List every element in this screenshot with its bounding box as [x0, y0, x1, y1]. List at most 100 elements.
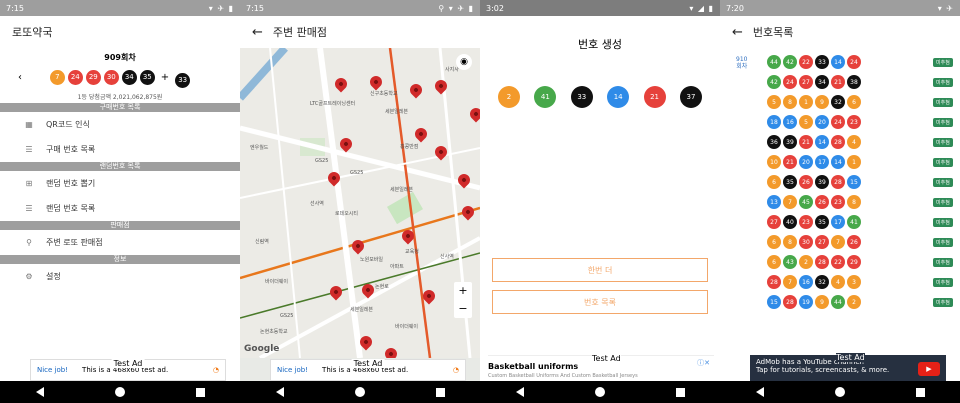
status-badge: 미추첨 — [933, 217, 953, 227]
app-title-bar: ← 주변 판매점 — [240, 16, 480, 48]
lotto-ball: 44 — [767, 55, 781, 69]
recents-nav-icon[interactable] — [195, 387, 205, 397]
lotto-ball: 21 — [831, 75, 845, 89]
status-badge: 미추첨 — [933, 197, 953, 207]
home-nav-icon[interactable] — [594, 387, 605, 397]
lotto-ball: 42 — [783, 55, 797, 69]
lotto-ball: 17 — [815, 155, 829, 169]
menu-label: 설정 — [46, 271, 61, 281]
add-box-icon: ⊞ — [25, 178, 33, 188]
menu-label: QR코드 인식 — [46, 119, 90, 129]
zoom-in-button[interactable]: + — [454, 282, 472, 300]
home-nav-icon[interactable] — [354, 387, 365, 397]
list-item[interactable]: 6 35 26 39 28 15 미추첨 — [767, 172, 960, 192]
lotto-ball: 23 — [799, 215, 813, 229]
app-title-bar: ← 번호목록 — [720, 16, 960, 48]
status-badge: 미추첨 — [933, 137, 953, 147]
lotto-ball: 21 — [799, 135, 813, 149]
zoom-out-button[interactable]: − — [454, 300, 472, 318]
list-item[interactable]: 10 21 20 17 14 1 미추첨 — [767, 152, 960, 172]
lotto-ball: 30 — [799, 235, 813, 249]
map-view[interactable]: 사지사 신구초등학교 LTC골프트레이닝센터 세븐일레븐 GS25 홍콩반점 엔우월드 GS2… — [240, 48, 480, 358]
location-pin-icon: ⚲ — [26, 237, 32, 247]
my-location-eye-icon[interactable]: ◉ — [456, 54, 472, 70]
lotto-ball: 27 — [799, 75, 813, 89]
home-nav-icon[interactable] — [834, 387, 845, 397]
ad-banner[interactable]: Test Ad Nice job! This is a 468x60 test … — [270, 359, 466, 381]
list-item[interactable]: 27 40 23 35 17 41 미추첨 — [767, 212, 960, 232]
status-badge: 미추첨 — [933, 57, 953, 67]
menu-nearby-shops[interactable]: ⚲ 주변 로또 판매점 — [0, 230, 240, 255]
menu-qr-scan[interactable]: ▦ QR코드 인식 — [0, 112, 240, 137]
status-icons: ⚲ ▾ ✈ ▮ — [438, 3, 474, 13]
lotto-ball: 6 — [847, 95, 861, 109]
status-bar: 7:15 ⚲ ▾ ✈ ▮ — [240, 0, 480, 16]
map-poi-label: 논현로 — [375, 284, 389, 290]
recents-nav-icon[interactable] — [915, 387, 925, 397]
lotto-ball: 16 — [783, 115, 797, 129]
menu-purchase-list[interactable]: ☰ 구매 번호 목록 — [0, 137, 240, 162]
lotto-ball: 35 — [815, 215, 829, 229]
list-item[interactable]: 28 7 16 32 4 3 미추첨 — [767, 272, 960, 292]
page-title: 번호 생성 — [578, 38, 622, 51]
menu-random-pick[interactable]: ⊞ 랜덤 번호 뽑기 — [0, 171, 240, 196]
menu-settings[interactable]: ⚙ 설정 — [0, 264, 240, 289]
status-time: 7:15 — [246, 3, 264, 13]
map-poi-label: 노원모바일 — [360, 257, 384, 263]
recents-nav-icon[interactable] — [675, 387, 685, 397]
lotto-ball: 39 — [783, 135, 797, 149]
lotto-ball: 37 — [679, 86, 702, 108]
list-item[interactable]: 15 28 19 9 44 2 미추첨 — [767, 292, 960, 312]
status-icons: ▾ ✈ ▮ — [208, 3, 234, 13]
lotto-ball: 9 — [815, 295, 829, 309]
list-icon: ☰ — [25, 203, 33, 213]
status-bar: 3:02 ▾ ◢ ▮ — [480, 0, 720, 16]
lotto-ball: 10 — [767, 155, 781, 169]
panel-number-list: 7:20 ▾ ✈ ← 번호목록 910 회차 44 42 22 33 14 24 미추첨 42 24… — [720, 0, 960, 403]
winning-balls: 7 24 29 30 34 35 — [49, 69, 155, 85]
status-badge: 미추첨 — [933, 297, 953, 307]
list-item[interactable]: 5 8 1 9 32 6 미추첨 — [767, 92, 960, 112]
list-item[interactable]: 18 16 5 20 24 23 미추첨 — [767, 112, 960, 132]
list-icon: ☰ — [25, 144, 33, 154]
list-item[interactable]: 13 7 45 26 23 8 미추첨 — [767, 192, 960, 212]
back-nav-icon[interactable] — [755, 387, 764, 397]
section-shop: 판매점 — [0, 220, 240, 230]
status-badge: 미추첨 — [933, 157, 953, 167]
again-button[interactable]: 한번 더 — [492, 258, 708, 282]
list-item[interactable]: 6 8 30 27 7 26 미추첨 — [767, 232, 960, 252]
lotto-ball: 26 — [799, 175, 813, 189]
back-arrow-icon[interactable]: ← — [252, 25, 263, 40]
list-item[interactable]: 44 42 22 33 14 24 미추첨 — [767, 52, 960, 72]
ad-banner[interactable]: Test Ad Nice job! This is a 468x60 test … — [30, 359, 226, 381]
ad-choices-icon[interactable]: ⓘ✕ — [697, 358, 710, 368]
list-item[interactable]: 6 43 2 28 22 29 미추첨 — [767, 252, 960, 272]
ad-banner[interactable]: Test Ad AdMob has a YouTube channel! Tap… — [750, 353, 946, 381]
back-nav-icon[interactable] — [275, 387, 284, 397]
ad-banner[interactable]: Test Ad Basketball uniforms Custom Baske… — [488, 354, 714, 381]
back-nav-icon[interactable] — [35, 387, 44, 397]
status-time: 7:15 — [6, 3, 24, 13]
map-poi-label: 세븐일레븐 — [390, 187, 414, 193]
app-title-bar: 로또약국 — [0, 16, 240, 48]
lotto-ball: 21 — [783, 155, 797, 169]
list-item[interactable]: 36 39 21 14 28 4 미추첨 — [767, 132, 960, 152]
recents-nav-icon[interactable] — [435, 387, 445, 397]
lotto-ball: 4 — [831, 275, 845, 289]
back-nav-icon[interactable] — [515, 387, 524, 397]
status-time: 3:02 — [486, 3, 504, 13]
home-nav-icon[interactable] — [114, 387, 125, 397]
prev-round-chevron-icon[interactable]: ‹ — [18, 72, 22, 83]
page-title: 주변 판매점 — [272, 26, 328, 39]
menu-random-list[interactable]: ☰ 랜덤 번호 목록 — [0, 196, 240, 221]
ad-tag: Test Ad — [836, 353, 865, 362]
status-icons: ▾ ✈ — [937, 3, 954, 13]
lotto-ball: 23 — [831, 195, 845, 209]
lotto-ball: 16 — [799, 275, 813, 289]
round-label: 909회차 — [104, 53, 136, 62]
number-list-button[interactable]: 번호 목록 — [492, 290, 708, 314]
lotto-ball: 24 — [847, 55, 861, 69]
list-item[interactable]: 42 24 27 34 21 38 미추첨 — [767, 72, 960, 92]
back-arrow-icon[interactable]: ← — [732, 25, 743, 40]
lotto-ball: 2 — [847, 295, 861, 309]
